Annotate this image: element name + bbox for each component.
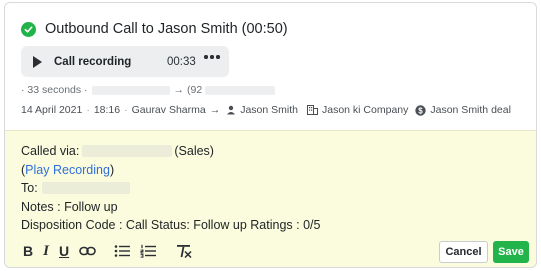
call-title-row: Outbound Call to Jason Smith (00:50)	[21, 21, 288, 37]
deal-link[interactable]: Jason Smith deal	[430, 104, 511, 116]
building-icon	[307, 105, 318, 115]
call-info-row: 14 April 2021 · 18:16 · Gaurav Sharma → …	[21, 104, 511, 116]
redacted-to-number	[205, 85, 276, 95]
call-duration-text: · 33 seconds ·	[21, 84, 88, 96]
note-editor[interactable]: Called via: (Sales) ( Play Recording ) T…	[5, 130, 536, 267]
more-options-icon[interactable]	[204, 55, 220, 59]
arrow-glyph: →	[209, 104, 221, 116]
call-date: 14 April 2021	[21, 104, 83, 116]
recording-duration: 00:33	[167, 55, 196, 68]
notes-line: Notes : Follow up	[21, 199, 118, 214]
svg-text:$: $	[419, 106, 424, 115]
company-link[interactable]: Jason ki Company	[322, 104, 408, 116]
redacted-number	[41, 182, 130, 195]
redacted-number	[82, 145, 173, 158]
call-meta-row: · 33 seconds · → (92	[21, 84, 276, 96]
call-title: Outbound Call to Jason Smith (00:50)	[45, 21, 288, 37]
paren-close: )	[109, 162, 115, 177]
separator: ·	[124, 104, 128, 116]
play-recording-link[interactable]: Play Recording	[25, 161, 110, 180]
call-recording-player[interactable]: Call recording 00:33	[21, 46, 229, 77]
to-number-partial: (92	[187, 84, 203, 96]
separator: ·	[86, 104, 90, 116]
dollar-circle-icon: $	[415, 104, 427, 116]
called-via-suffix: (Sales)	[174, 144, 214, 158]
contact-link[interactable]: Jason Smith	[240, 104, 298, 116]
save-button[interactable]: Save	[493, 241, 529, 263]
clear-formatting-icon[interactable]	[176, 242, 192, 260]
link-icon[interactable]	[79, 242, 96, 260]
called-via-label: Called via:	[21, 144, 80, 158]
check-circle-icon	[21, 21, 36, 37]
arrow-glyph: →	[173, 84, 185, 96]
recording-label: Call recording	[54, 55, 132, 68]
numbered-list-icon[interactable]	[140, 242, 157, 260]
called-via-line: Called via: (Sales)	[21, 142, 320, 161]
caller-name[interactable]: Gaurav Sharma	[132, 104, 206, 116]
disposition-line: Disposition Code : Call Status: Follow u…	[21, 218, 321, 232]
bullet-list-icon[interactable]	[114, 242, 131, 260]
to-label: To:	[21, 181, 38, 195]
redacted-from-number	[91, 85, 170, 95]
bold-button[interactable]: B	[23, 242, 33, 260]
cancel-button[interactable]: Cancel	[439, 241, 488, 263]
person-icon	[226, 105, 236, 115]
note-text-area[interactable]: Called via: (Sales) ( Play Recording ) T…	[21, 142, 320, 235]
call-header: Outbound Call to Jason Smith (00:50) Cal…	[5, 3, 536, 130]
to-line: To:	[21, 179, 320, 198]
play-icon[interactable]	[33, 55, 42, 68]
play-recording-line: ( Play Recording )	[21, 161, 320, 180]
formatting-toolbar: B I U	[23, 242, 202, 260]
italic-button[interactable]: I	[43, 242, 49, 260]
call-activity-card: Outbound Call to Jason Smith (00:50) Cal…	[4, 2, 537, 268]
call-time: 18:16	[93, 104, 121, 116]
underline-button[interactable]: U	[59, 242, 69, 260]
